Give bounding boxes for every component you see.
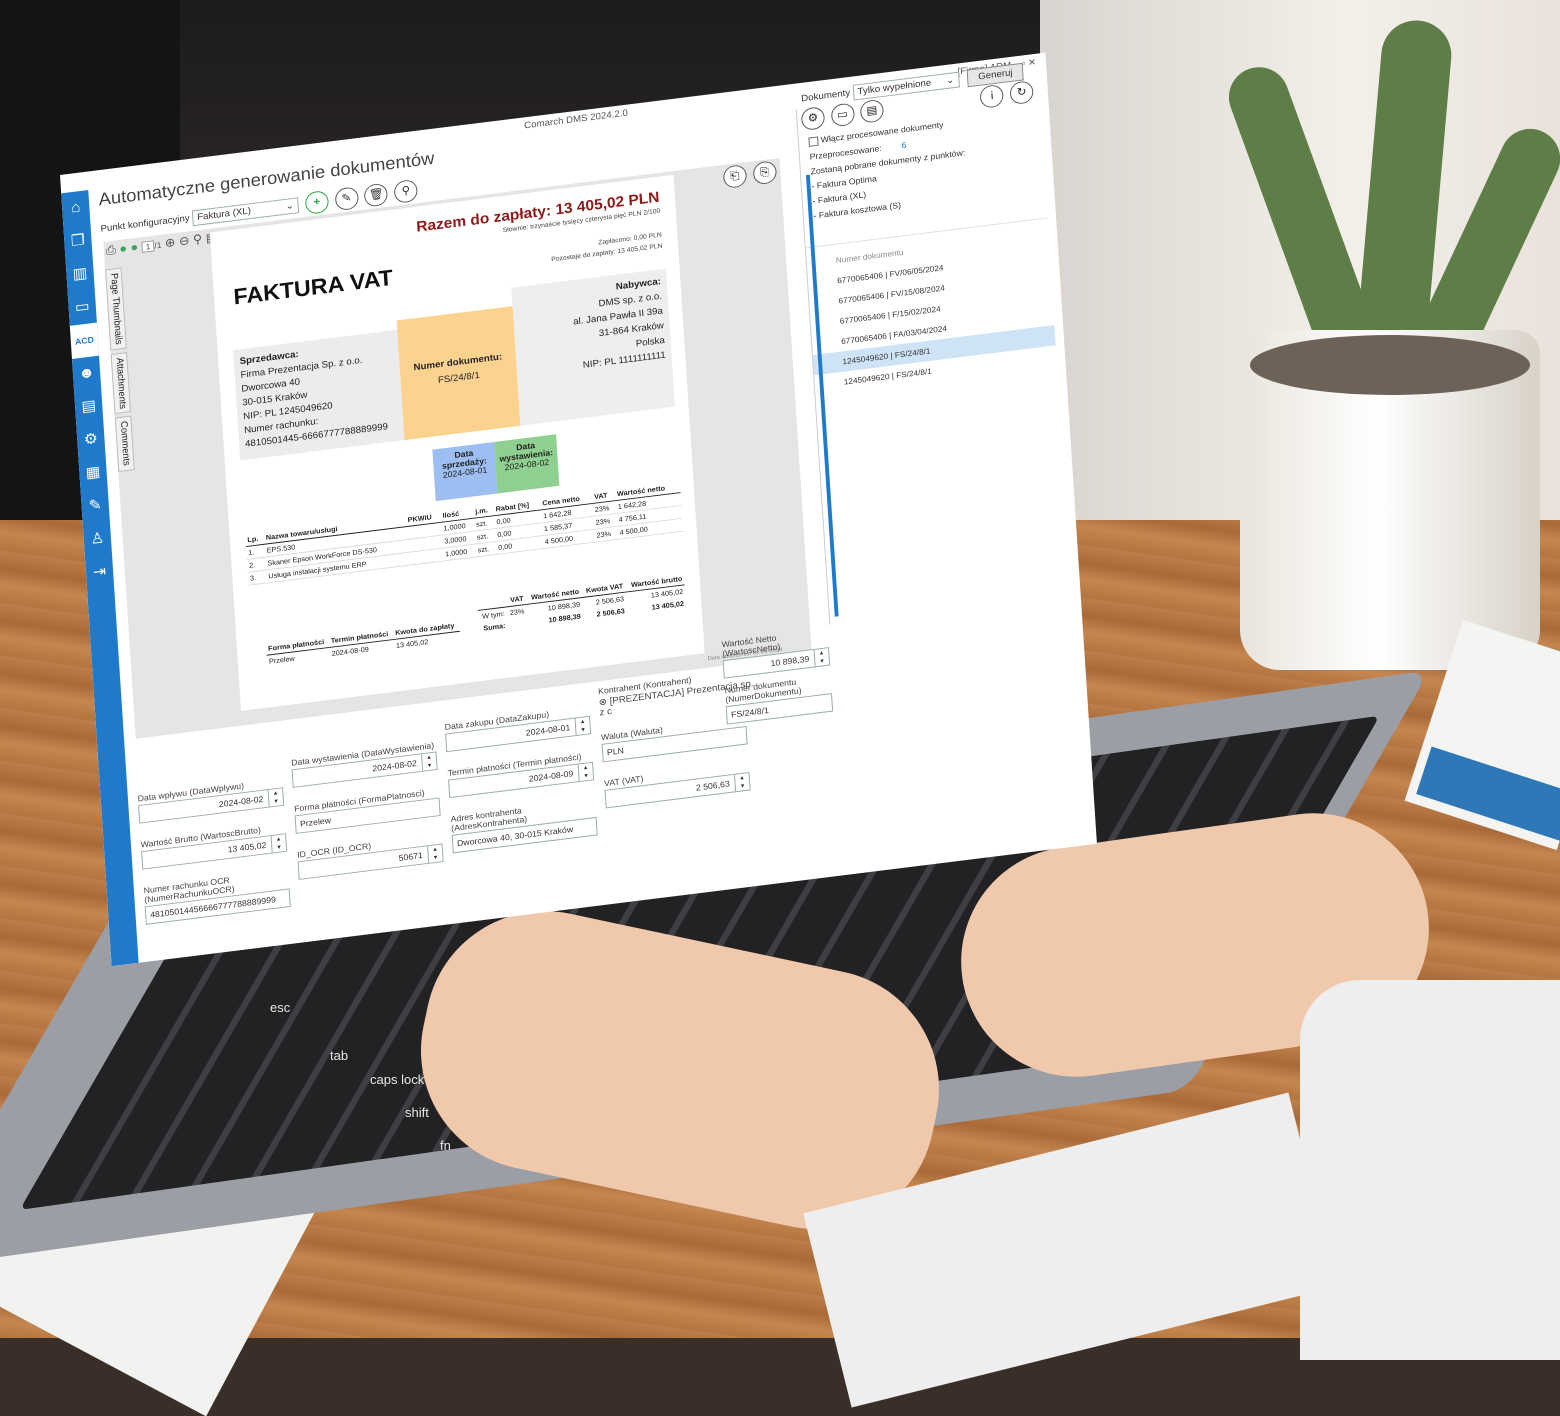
stepper-icon[interactable]: ▴ ▾ bbox=[427, 844, 443, 863]
viewer-side-tabs: Page Thumbnails Attachments Comments bbox=[105, 267, 138, 472]
laptop-icon[interactable]: ▭ bbox=[68, 289, 97, 325]
document-list: Numer dokumentu 6770065406 | FV/06/05/20… bbox=[805, 217, 1057, 396]
documents-label: Dokumenty bbox=[800, 88, 851, 105]
date-picker-icon[interactable]: ▴ ▾ bbox=[267, 788, 284, 807]
date-picker-icon[interactable]: ▴ ▾ bbox=[574, 716, 591, 736]
issue-date-block: Data wystawienia: 2024-08-02 bbox=[494, 434, 560, 494]
field-waluta: Waluta (Waluta) PLN bbox=[601, 715, 748, 763]
search-icon[interactable]: ⚲ bbox=[193, 232, 203, 247]
process-icon[interactable]: ⚙ bbox=[800, 106, 826, 132]
field-vat: VAT (VAT) 2 506,63 ▴ ▾ bbox=[604, 761, 751, 809]
gear-icon[interactable]: ⚙ bbox=[76, 422, 105, 458]
date-picker-icon[interactable]: ▴ ▾ bbox=[577, 762, 594, 782]
copy-icon[interactable]: ❐ bbox=[63, 223, 92, 259]
config-label: Punkt konfiguracyjny bbox=[100, 213, 191, 235]
field-brutto: Wartość Brutto (WartoscBrutto) 13 405,02… bbox=[140, 822, 288, 870]
viewer-actions: ⎗ ⎘ bbox=[719, 160, 778, 189]
document-icon[interactable]: ▤ bbox=[74, 389, 103, 425]
vat-summary-table: VAT Wartość netto Kwota VAT Wartość brut… bbox=[477, 572, 686, 634]
payment-table: Forma płatności Termin płatności Kwota d… bbox=[265, 618, 461, 668]
field-idocr: ID_OCR (ID_OCR) 50671 ▴ ▾ bbox=[297, 832, 444, 880]
key-caps-lock[interactable]: caps lock bbox=[370, 1072, 424, 1087]
payment-status: Zapłacono: 0,00 PLN Pozostaje do zapłaty… bbox=[550, 230, 663, 266]
tab-attachments[interactable]: Attachments bbox=[110, 351, 131, 415]
document-info-icon[interactable]: ⎗ bbox=[722, 164, 748, 189]
key-shift[interactable]: shift bbox=[405, 1105, 429, 1120]
refresh-icon[interactable]: ↻ bbox=[1009, 80, 1034, 106]
generation-panel: ⚙ ▭ ▤ i ↻ Włącz procesowane dokumenty Pr… bbox=[795, 79, 1072, 625]
field-termin: Termin płatności (Termin płatności) 2024… bbox=[447, 751, 595, 799]
field-adres: Adres kontrahenta (AdresKontrahenta) Dwo… bbox=[450, 797, 598, 854]
stepper-icon[interactable]: ▴ ▾ bbox=[813, 648, 830, 667]
archive-icon[interactable]: ▤ bbox=[859, 98, 885, 124]
prev-page-icon[interactable]: ● bbox=[119, 241, 127, 256]
field-rachunek: Numer rachunku OCR (NumerRachunkuOCR) 48… bbox=[143, 868, 291, 925]
acd-icon[interactable]: ACD bbox=[69, 322, 100, 359]
page-total: /1 bbox=[153, 240, 162, 251]
exit-icon[interactable]: ⇥ bbox=[85, 554, 114, 590]
laptop-screen: Comarch DMS 2024.2.0 [Firma] ADM – ▫ ✕ ⌂… bbox=[60, 52, 1097, 967]
folder-icon[interactable]: ▭ bbox=[830, 102, 855, 128]
date-picker-icon[interactable]: ▴ ▾ bbox=[421, 752, 437, 771]
print-icon[interactable]: ⎙ bbox=[105, 242, 116, 257]
stepper-icon[interactable]: ▴ ▾ bbox=[270, 834, 287, 853]
document-copy-icon[interactable]: ⎘ bbox=[752, 160, 778, 186]
key-fn[interactable]: fn bbox=[440, 1138, 451, 1153]
delete-icon[interactable]: 🗑 bbox=[363, 182, 389, 208]
field-data-wystawienia: Data wystawienia (DataWystawienia) 2024-… bbox=[291, 740, 438, 788]
info-icon[interactable]: i bbox=[979, 83, 1005, 109]
processed-count: 6 bbox=[901, 140, 907, 150]
home-icon[interactable]: ⌂ bbox=[61, 190, 90, 226]
add-button[interactable]: + bbox=[304, 189, 330, 215]
checkbox[interactable] bbox=[808, 136, 819, 147]
invoice-page: Razem do zapłaty: 13 405,02 PLN Słownie:… bbox=[209, 174, 705, 711]
tab-page-thumbnails[interactable]: Page Thumbnails bbox=[105, 267, 127, 351]
users-icon[interactable]: ☻ bbox=[72, 356, 101, 392]
sleeve bbox=[1300, 980, 1560, 1360]
wand-icon[interactable]: ✎ bbox=[81, 488, 110, 524]
tab-comments[interactable]: Comments bbox=[114, 415, 135, 472]
key-esc[interactable]: esc bbox=[270, 1000, 290, 1015]
binders-icon[interactable]: ▥ bbox=[66, 256, 95, 292]
field-forma: Forma płatności (FormaPlatnosci) Przelew bbox=[294, 786, 441, 834]
sale-date-block: Data sprzedaży: 2024-08-01 bbox=[432, 441, 498, 502]
zoom-in-icon[interactable]: ⊕ bbox=[164, 235, 175, 250]
next-page-icon[interactable]: ● bbox=[130, 240, 138, 255]
zoom-out-icon[interactable]: ⊖ bbox=[178, 233, 189, 248]
filter-icon[interactable]: ⚲ bbox=[393, 178, 419, 204]
user-settings-icon[interactable]: ♙ bbox=[83, 521, 112, 557]
plant-pot-soil bbox=[1250, 335, 1530, 395]
chart-icon[interactable]: ▦ bbox=[78, 455, 107, 491]
document-number-block: Numer dokumentu: FS/24/8/1 bbox=[396, 306, 521, 441]
buyer-block: Nabywca: DMS sp. z o.o. al. Jana Pawła I… bbox=[511, 268, 675, 426]
field-data-zakupu: Data zakupu (DataZakupu) 2024-08-01 ▴ ▾ bbox=[444, 705, 592, 753]
field-data-wplywu: Data wpływu (DataWplywu) 2024-08-02 ▴ ▾ bbox=[137, 776, 285, 824]
stepper-icon[interactable]: ▴ ▾ bbox=[734, 773, 750, 792]
edit-icon[interactable]: ✎ bbox=[334, 186, 359, 212]
seller-block: Sprzedawca: Firma Prezentacja Sp. z o.o.… bbox=[233, 329, 405, 461]
key-tab[interactable]: tab bbox=[330, 1048, 348, 1063]
page-input[interactable]: 1 bbox=[141, 240, 155, 253]
document-viewer: ⎙ ● ● 1/1 ⊕ ⊖ ⚲ ▤ Page Thumbnails Attach… bbox=[103, 157, 812, 739]
invoice-title: FAKTURA VAT bbox=[232, 265, 394, 311]
